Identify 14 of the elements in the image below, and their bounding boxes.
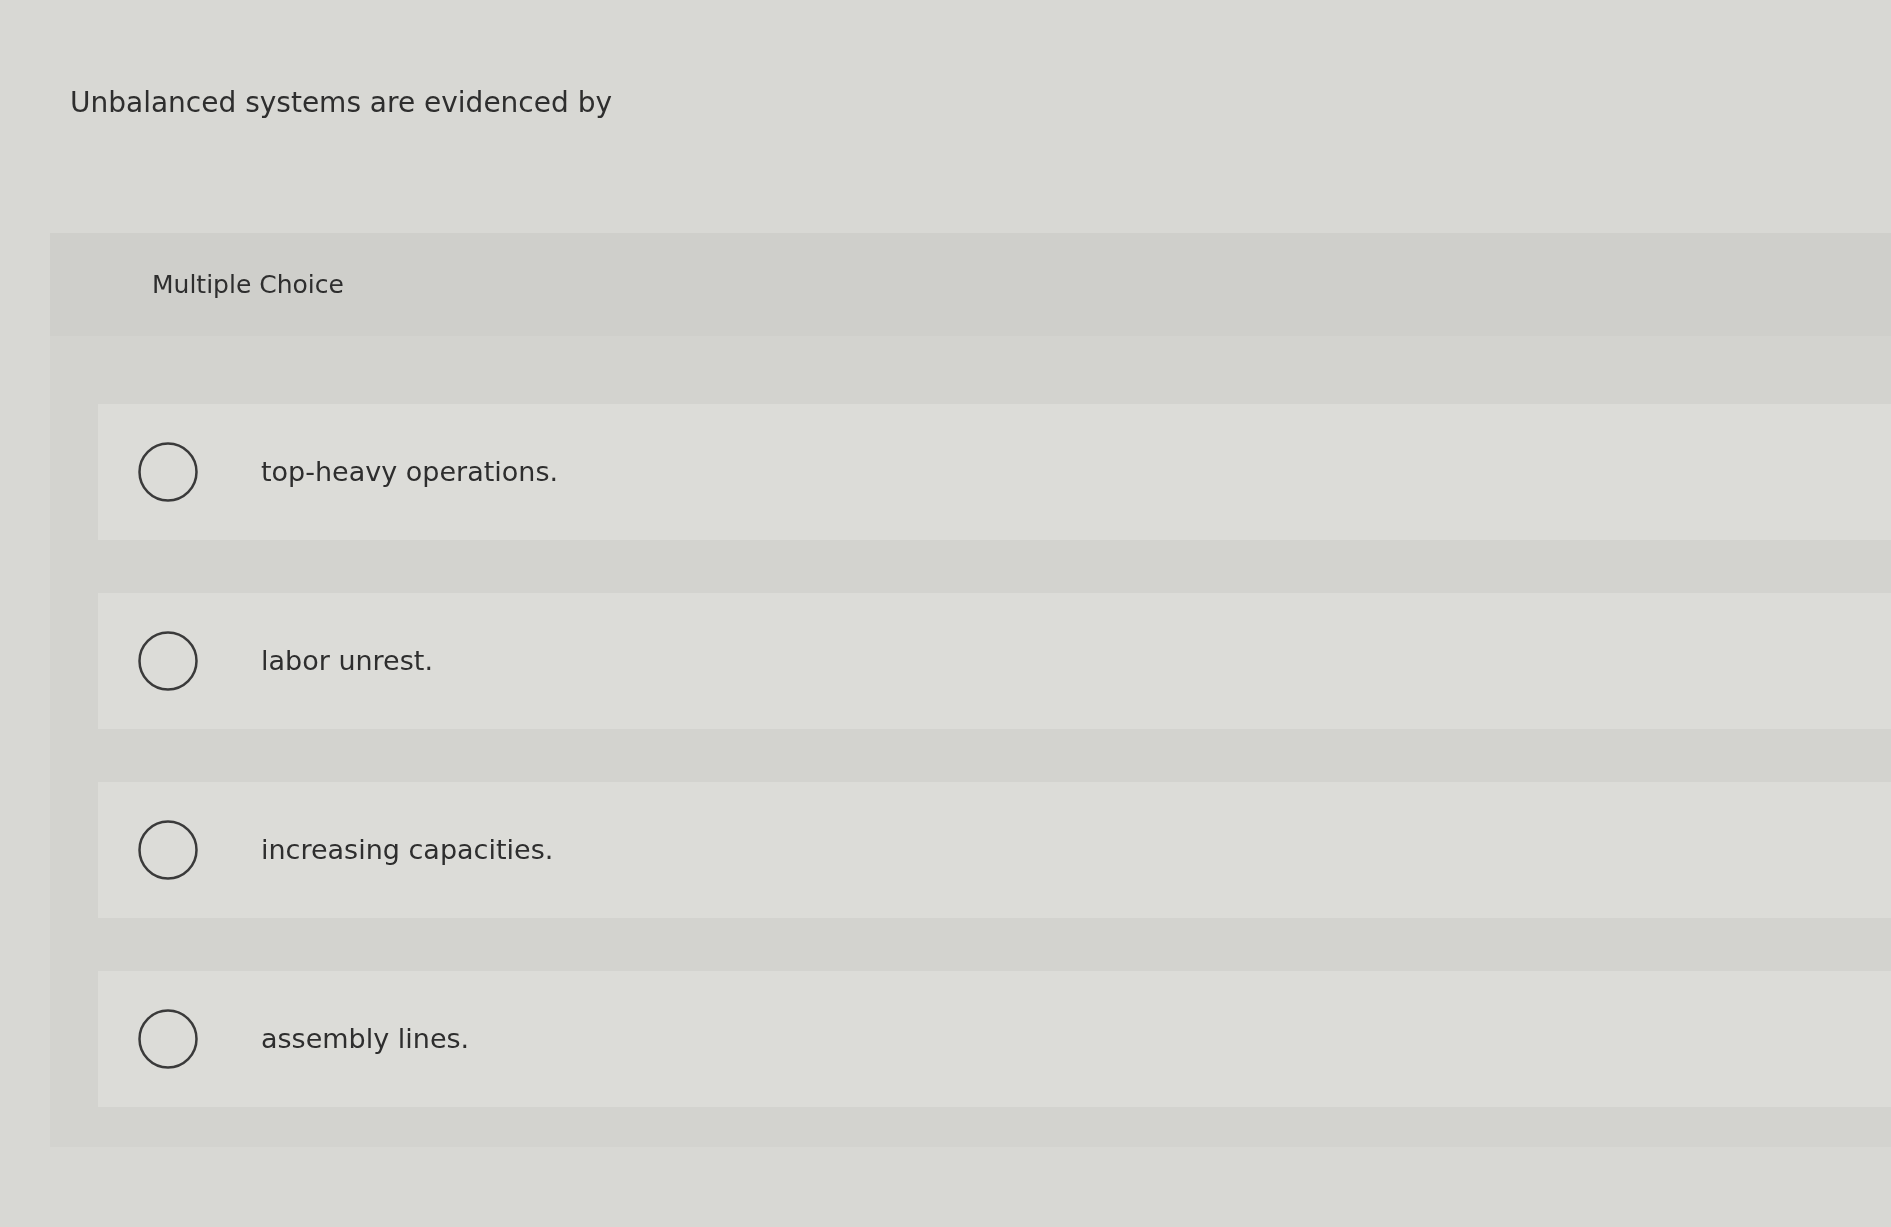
option-text: top-heavy operations. <box>261 455 559 489</box>
option-text: labor unrest. <box>261 644 433 678</box>
radio-button[interactable] <box>138 442 198 502</box>
radio-button[interactable] <box>138 820 198 880</box>
radio-button[interactable] <box>138 631 198 691</box>
option-text: increasing capacities. <box>261 833 554 867</box>
answer-option[interactable]: top-heavy operations. <box>98 404 1891 540</box>
answer-option[interactable]: assembly lines. <box>98 971 1891 1107</box>
question-text: Unbalanced systems are evidenced by <box>70 86 612 120</box>
answer-option[interactable]: labor unrest. <box>98 593 1891 729</box>
question-type-label: Multiple Choice <box>152 269 344 300</box>
option-text: assembly lines. <box>261 1022 470 1056</box>
answer-option[interactable]: increasing capacities. <box>98 782 1891 918</box>
radio-button[interactable] <box>138 1009 198 1069</box>
